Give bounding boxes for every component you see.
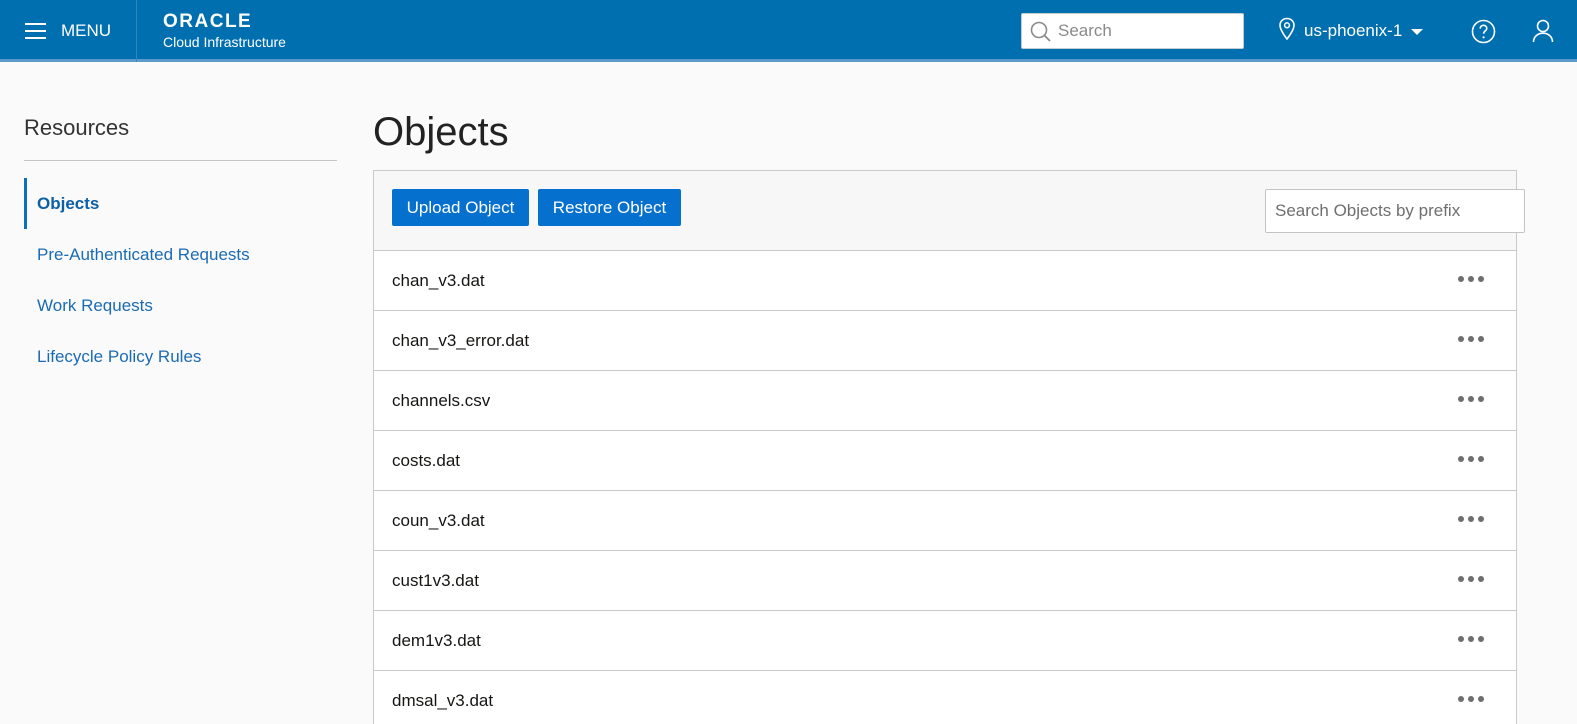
list-item[interactable]: dem1v3.dat: [374, 611, 1516, 671]
object-name[interactable]: channels.csv: [392, 391, 490, 411]
more-actions-icon[interactable]: [1458, 635, 1484, 643]
list-item[interactable]: dmsal_v3.dat: [374, 671, 1516, 724]
object-name[interactable]: cust1v3.dat: [392, 571, 479, 591]
object-name[interactable]: chan_v3.dat: [392, 271, 485, 291]
sidebar-item-objects[interactable]: Objects: [24, 178, 337, 229]
list-item[interactable]: coun_v3.dat: [374, 491, 1516, 551]
object-name[interactable]: costs.dat: [392, 451, 460, 471]
region-label: us-phoenix-1: [1304, 21, 1403, 40]
sidebar-nav: Objects Pre-Authenticated Requests Work …: [24, 178, 337, 382]
more-actions-icon[interactable]: [1458, 335, 1484, 343]
menu-button[interactable]: MENU: [0, 0, 137, 62]
object-name[interactable]: chan_v3_error.dat: [392, 331, 529, 351]
object-name[interactable]: coun_v3.dat: [392, 511, 485, 531]
list-item[interactable]: costs.dat: [374, 431, 1516, 491]
restore-object-button[interactable]: Restore Object: [538, 189, 681, 226]
global-search-input[interactable]: [1058, 14, 1238, 48]
caret-down-icon: [1411, 29, 1424, 35]
sidebar-item-lifecycle-policy-rules[interactable]: Lifecycle Policy Rules: [24, 331, 337, 382]
more-actions-icon[interactable]: [1458, 515, 1484, 523]
region-selector[interactable]: us-phoenix-1: [1278, 17, 1424, 46]
more-actions-icon[interactable]: [1458, 275, 1484, 283]
prefix-search-input[interactable]: [1265, 189, 1525, 233]
objects-list: chan_v3.dat chan_v3_error.dat channels.c…: [374, 251, 1516, 724]
page-title: Objects: [373, 110, 509, 154]
list-item[interactable]: chan_v3.dat: [374, 251, 1516, 311]
sidebar-title: Resources: [24, 112, 337, 161]
sidebar-item-pre-authenticated-requests[interactable]: Pre-Authenticated Requests: [24, 229, 337, 280]
more-actions-icon[interactable]: [1458, 395, 1484, 403]
list-item[interactable]: channels.csv: [374, 371, 1516, 431]
top-header: MENU ORACLE Cloud Infrastructure us-phoe…: [0, 0, 1577, 62]
oracle-wordmark: ORACLE: [163, 11, 253, 32]
global-search[interactable]: [1021, 13, 1244, 49]
brand-subtitle: Cloud Infrastructure: [163, 34, 286, 50]
more-actions-icon[interactable]: [1458, 575, 1484, 583]
menu-label: MENU: [61, 21, 112, 40]
object-name[interactable]: dem1v3.dat: [392, 631, 481, 651]
objects-toolbar: Upload Object Restore Object: [374, 171, 1525, 251]
user-icon[interactable]: [1532, 19, 1554, 48]
brand-logo[interactable]: ORACLE Cloud Infrastructure: [163, 11, 286, 51]
list-item[interactable]: cust1v3.dat: [374, 551, 1516, 611]
object-name[interactable]: dmsal_v3.dat: [392, 691, 493, 711]
hamburger-icon: [25, 23, 46, 39]
objects-panel: Upload Object Restore Object chan_v3.dat…: [373, 170, 1525, 724]
search-icon: [1030, 21, 1052, 48]
upload-object-button[interactable]: Upload Object: [392, 189, 529, 226]
help-icon[interactable]: [1471, 19, 1496, 49]
more-actions-icon[interactable]: [1458, 695, 1484, 703]
sidebar-item-work-requests[interactable]: Work Requests: [24, 280, 337, 331]
resources-sidebar: Resources Objects Pre-Authenticated Requ…: [24, 112, 337, 382]
list-item[interactable]: chan_v3_error.dat: [374, 311, 1516, 371]
more-actions-icon[interactable]: [1458, 455, 1484, 463]
location-pin-icon: [1278, 17, 1296, 46]
